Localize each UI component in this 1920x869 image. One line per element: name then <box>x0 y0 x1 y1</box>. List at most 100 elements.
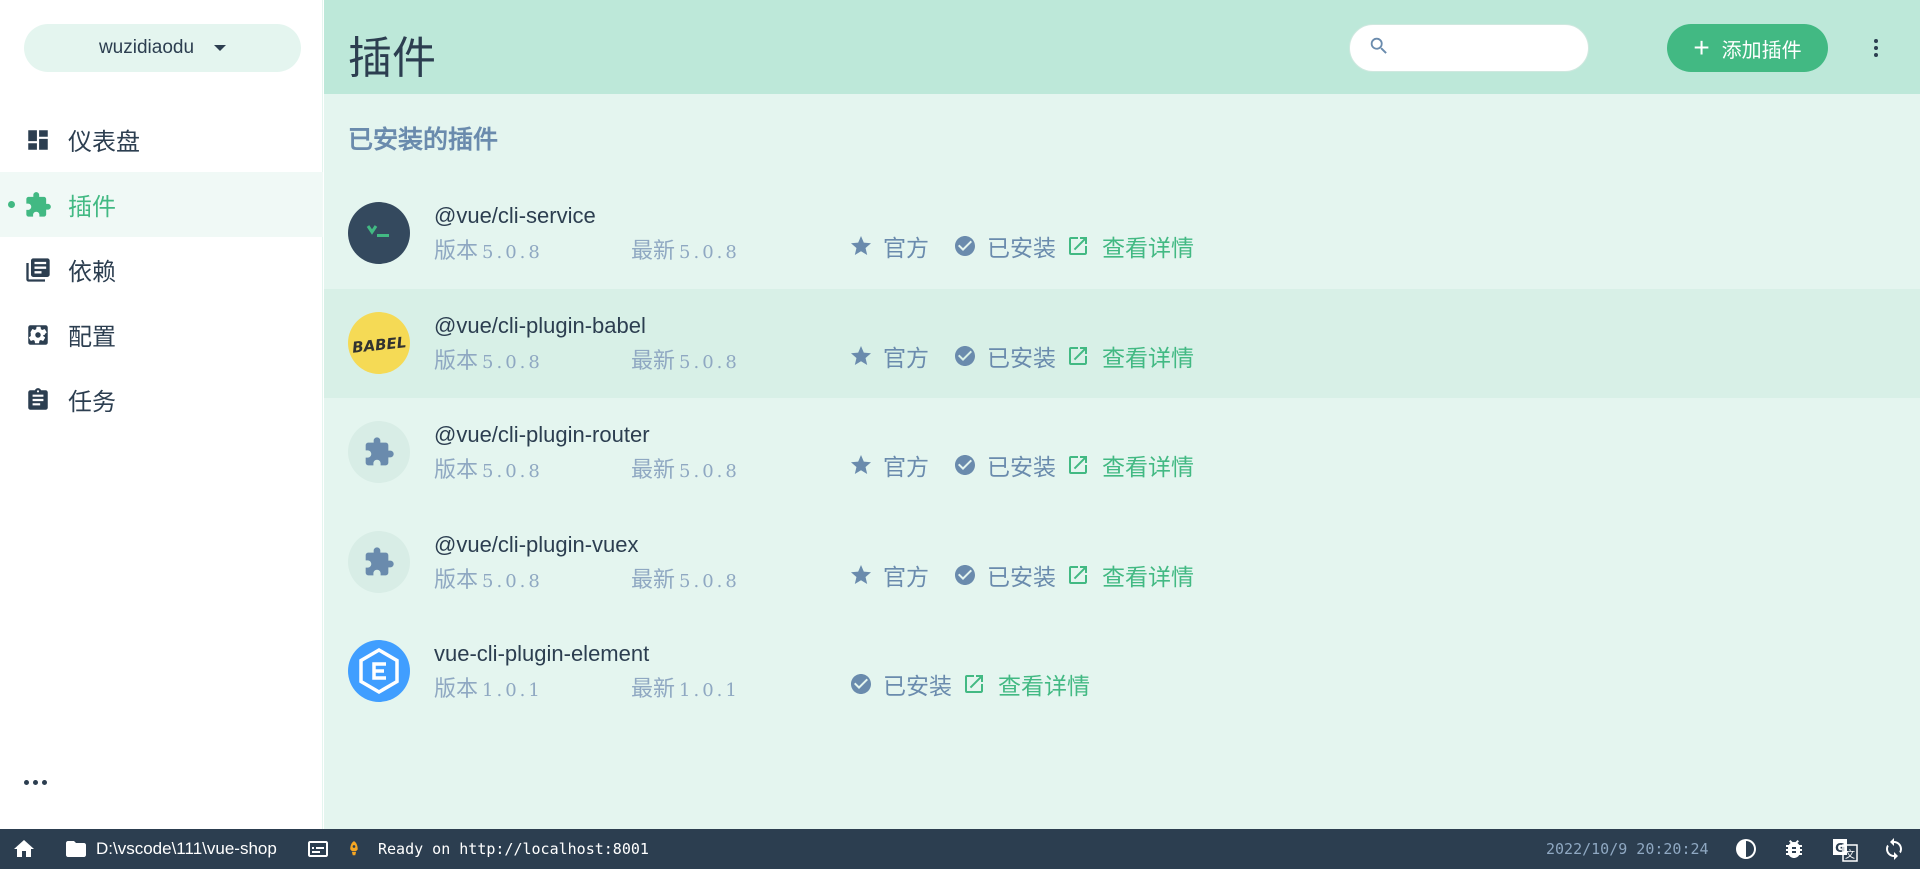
settings-icon <box>24 321 52 349</box>
svg-text:BABEL: BABEL <box>351 333 407 357</box>
plugin-latest-version: 最新 1.0.1 <box>631 676 740 701</box>
official-badge: 官方 <box>849 558 929 592</box>
dark-mode-icon[interactable] <box>1734 837 1758 861</box>
plugin-version: 版本 5.0.8 <box>434 457 543 482</box>
console-log[interactable]: Ready on http://localhost:8001 <box>306 837 649 861</box>
status-timestamp: 2022/10/9 20:20:24 <box>1546 840 1709 858</box>
sidebar-item-tasks[interactable]: 任务 <box>0 367 323 432</box>
official-badge: 官方 <box>849 448 929 482</box>
sidebar-nav: 仪表盘 插件 依赖 配置 任务 <box>0 107 323 432</box>
view-details-link[interactable]: 查看详情 <box>962 667 1090 701</box>
star-icon <box>849 344 873 368</box>
open-in-new-icon <box>962 672 986 696</box>
sidebar-item-label: 依赖 <box>68 259 116 286</box>
open-in-new-icon <box>1066 234 1090 258</box>
more-options-icon[interactable] <box>24 772 54 792</box>
plugin-list: @vue/cli-service 版本 5.0.8 最新 5.0.8 官方 已安装 … <box>324 179 1920 727</box>
view-details-link[interactable]: 查看详情 <box>1066 339 1194 373</box>
search-box[interactable] <box>1349 24 1589 72</box>
top-bar: 插件 + 添加插件 <box>324 0 1920 94</box>
caret-down-icon <box>214 45 227 51</box>
folder-icon <box>66 841 86 857</box>
page-title: 插件 <box>348 34 436 83</box>
sidebar-item-dependencies[interactable]: 依赖 <box>0 237 323 302</box>
installed-badge: 已安装 <box>953 448 1056 482</box>
plugin-badges: 官方 已安装 查看详情 <box>849 339 1194 373</box>
refresh-icon[interactable] <box>1882 837 1906 861</box>
sidebar: wuzidiaodu 仪表盘 插件 依赖 配置 任务 <box>0 0 323 829</box>
plugin-item[interactable]: @vue/cli-plugin-vuex 版本 5.0.8 最新 5.0.8 官方 … <box>324 508 1920 618</box>
plugin-item[interactable]: BABEL @vue/cli-plugin-babel 版本 5.0.8 最新 5.… <box>324 288 1920 398</box>
babel-logo: BABEL <box>348 311 410 374</box>
library-icon <box>24 256 52 284</box>
bug-report-icon[interactable] <box>1782 837 1806 861</box>
check-circle-icon <box>953 453 977 477</box>
star-icon <box>849 234 873 258</box>
plugin-version: 版本 5.0.8 <box>434 347 543 373</box>
plugin-name: @vue/cli-plugin-router <box>434 422 650 447</box>
check-circle-icon <box>849 672 873 696</box>
search-icon <box>1368 35 1390 62</box>
puzzle-icon <box>24 191 52 219</box>
official-badge: 官方 <box>849 339 929 373</box>
svg-text:文: 文 <box>1845 848 1855 861</box>
project-path-text: D:\vscode\111\vue-shop <box>96 839 277 858</box>
home-icon[interactable] <box>12 837 36 861</box>
installed-badge: 已安装 <box>849 667 952 701</box>
project-path[interactable]: D:\vscode\111\vue-shop <box>64 837 277 861</box>
rocket-icon <box>350 841 358 856</box>
project-name: wuzidiaodu <box>98 37 195 58</box>
plugin-item[interactable]: vue-cli-plugin-element 版本 1.0.1 最新 1.0.1 已… <box>324 617 1920 727</box>
plugin-latest-version: 最新 5.0.8 <box>631 566 740 592</box>
installed-badge: 已安装 <box>953 339 1056 373</box>
puzzle-icon <box>348 530 410 593</box>
search-input[interactable] <box>1400 37 1580 59</box>
plugin-version: 版本 5.0.8 <box>434 238 543 263</box>
installed-badge: 已安装 <box>953 558 1056 592</box>
sidebar-item-configuration[interactable]: 配置 <box>0 302 323 367</box>
plugin-badges: 官方 已安装 查看详情 <box>849 448 1194 482</box>
plugin-version: 版本 1.0.1 <box>434 676 543 701</box>
plugin-item[interactable]: @vue/cli-service 版本 5.0.8 最新 5.0.8 官方 已安装 … <box>324 179 1920 289</box>
check-circle-icon <box>953 234 977 258</box>
clipboard-icon <box>24 386 52 414</box>
star-icon <box>849 563 873 587</box>
sidebar-item-label: 配置 <box>68 324 116 351</box>
view-details-link[interactable]: 查看详情 <box>1066 229 1194 263</box>
plugin-latest-version: 最新 5.0.8 <box>631 238 740 263</box>
sidebar-item-plugins[interactable]: 插件 <box>0 172 323 237</box>
check-circle-icon <box>953 563 977 587</box>
more-vert-icon[interactable] <box>1868 36 1884 60</box>
view-details-link[interactable]: 查看详情 <box>1066 558 1194 592</box>
status-bar: D:\vscode\111\vue-shop Ready on http://l… <box>0 829 1920 869</box>
plugin-name: @vue/cli-plugin-vuex <box>434 531 639 557</box>
add-plugin-label: 添加插件 <box>1721 39 1802 62</box>
project-selector[interactable]: wuzidiaodu <box>24 24 301 72</box>
puzzle-icon <box>348 421 410 483</box>
check-circle-icon <box>953 344 977 368</box>
official-badge: 官方 <box>849 229 929 263</box>
open-in-new-icon <box>1066 563 1090 587</box>
plugin-item[interactable]: @vue/cli-plugin-router 版本 5.0.8 最新 5.0.8 官… <box>324 398 1920 508</box>
add-plugin-button[interactable]: + 添加插件 <box>1667 24 1828 72</box>
vue-cli-logo <box>348 202 410 264</box>
plus-icon: + <box>1693 32 1710 63</box>
plugin-name: vue-cli-plugin-element <box>434 641 650 666</box>
open-in-new-icon <box>1066 453 1090 477</box>
plugin-latest-version: 最新 5.0.8 <box>631 347 740 373</box>
dashboard-icon <box>24 126 52 154</box>
star-icon <box>849 453 873 477</box>
view-details-link[interactable]: 查看详情 <box>1066 448 1194 482</box>
translate-icon[interactable]: G文 <box>1832 837 1858 862</box>
main-content: 插件 + 添加插件 已安装的插件 @vue/cli-service 版本 5.0… <box>324 0 1920 829</box>
sidebar-item-label: 任务 <box>68 389 116 416</box>
plugin-version: 版本 5.0.8 <box>434 566 543 592</box>
active-indicator <box>8 201 15 208</box>
sidebar-item-label: 插件 <box>68 194 116 221</box>
sidebar-item-label: 仪表盘 <box>68 129 140 156</box>
plugin-badges: 已安装 查看详情 <box>849 667 1090 701</box>
open-in-new-icon <box>1066 344 1090 368</box>
sidebar-item-dashboard[interactable]: 仪表盘 <box>0 107 323 172</box>
terminal-icon <box>308 841 328 857</box>
section-title: 已安装的插件 <box>348 126 499 154</box>
